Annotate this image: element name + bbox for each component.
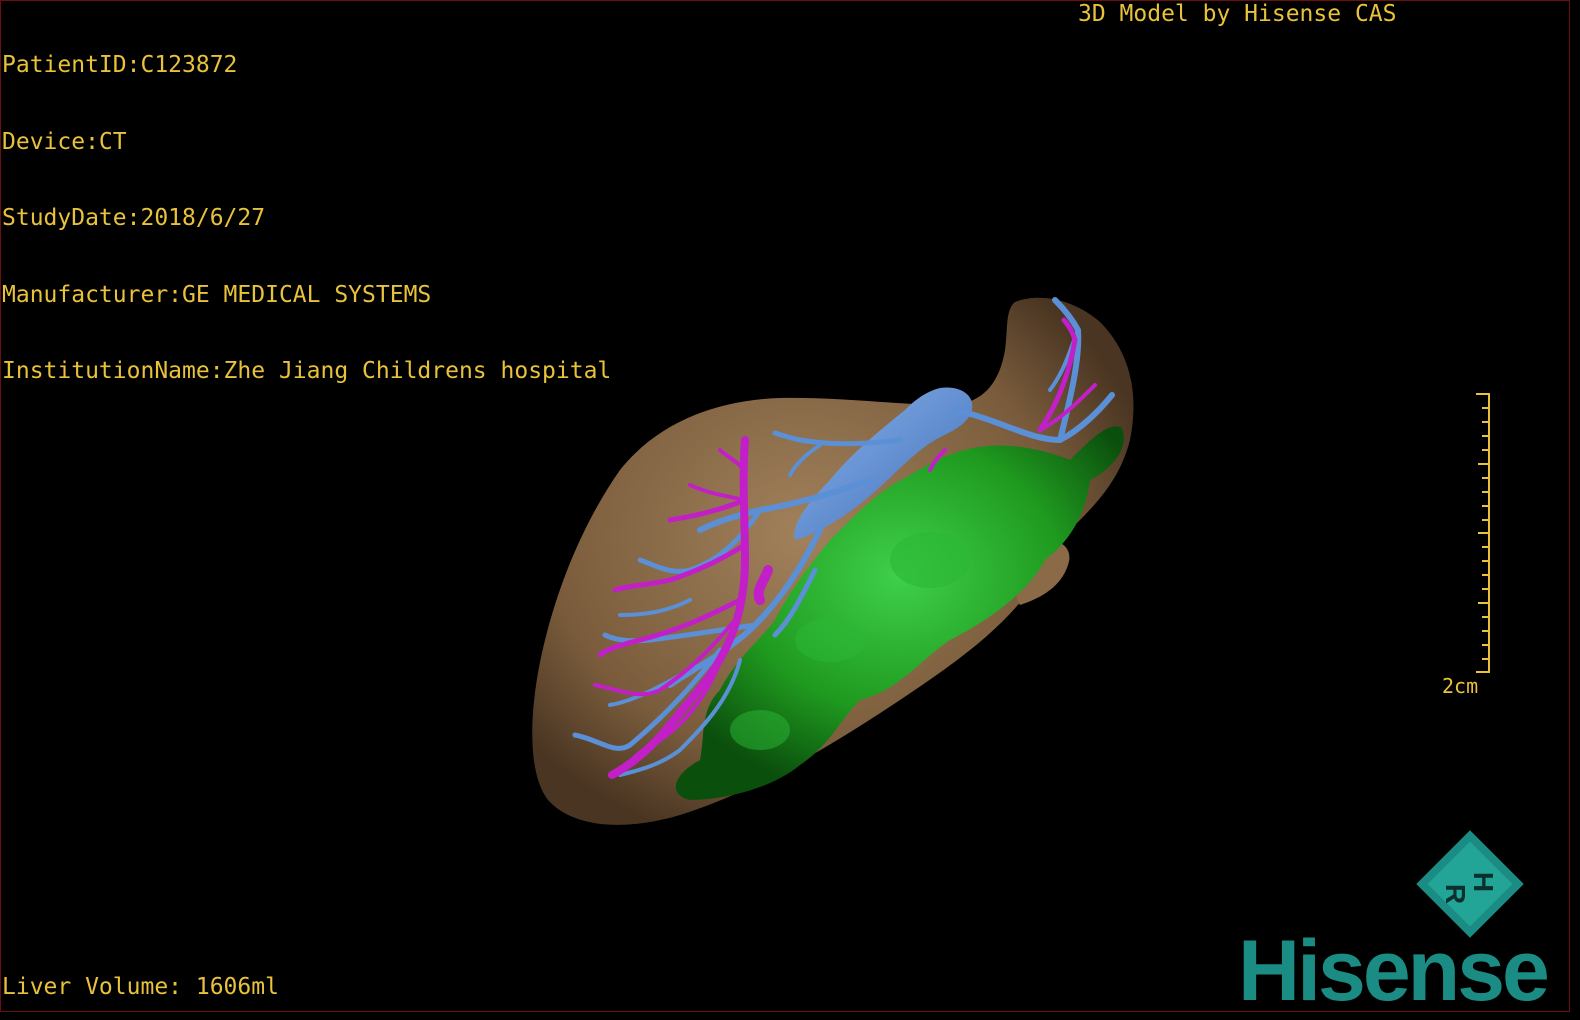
brand-logo: Hisense (1238, 923, 1550, 1019)
orientation-letter-r: R (1440, 884, 1471, 904)
orientation-letter-h: H (1468, 872, 1499, 892)
orientation-cube-icon[interactable]: H R (0, 0, 1580, 1020)
